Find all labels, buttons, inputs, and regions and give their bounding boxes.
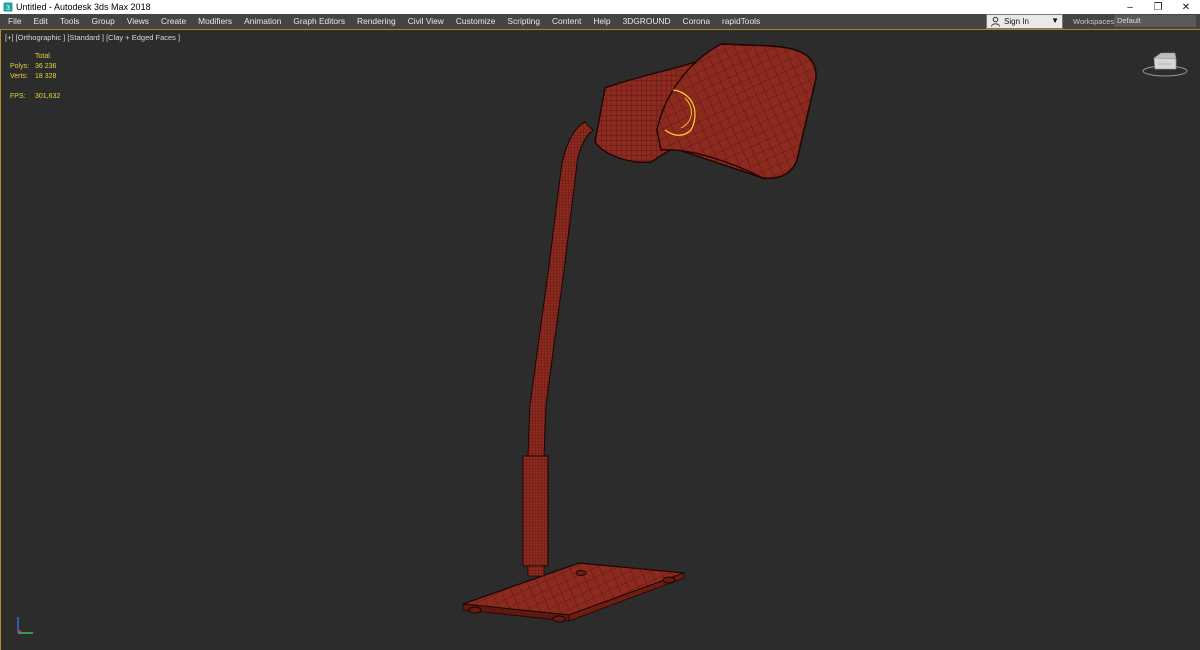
menu-scripting[interactable]: Scripting (501, 14, 546, 29)
menu-customize[interactable]: Customize (450, 14, 502, 29)
menu-modifiers[interactable]: Modifiers (192, 14, 238, 29)
menu-edit[interactable]: Edit (28, 14, 54, 29)
menu-3dground[interactable]: 3DGROUND (617, 14, 677, 29)
close-button[interactable]: ✕ (1172, 0, 1200, 14)
lamp-base (462, 562, 685, 623)
menu-file[interactable]: File (0, 14, 28, 29)
chevron-down-icon: ▼ (1051, 16, 1059, 25)
lamp-stem (527, 121, 594, 457)
close-icon: ✕ (1181, 1, 1191, 13)
menu-group[interactable]: Group (86, 14, 121, 29)
desk-lamp-model[interactable] (1, 30, 1200, 650)
title-bar: 3 Untitled - Autodesk 3ds Max 2018 – ❐ ✕ (0, 0, 1200, 14)
menu-tools[interactable]: Tools (54, 14, 86, 29)
sign-in-dropdown[interactable]: Sign In ▼ (986, 14, 1063, 29)
menu-rendering[interactable]: Rendering (351, 14, 402, 29)
user-icon (990, 16, 1001, 27)
lamp-sleeve (522, 455, 549, 577)
minimize-button[interactable]: – (1116, 0, 1144, 14)
restore-icon: ❐ (1153, 1, 1163, 13)
menu-create[interactable]: Create (155, 14, 192, 29)
lamp-shade (594, 43, 817, 179)
workspaces-select[interactable]: Default (1114, 15, 1196, 27)
workspaces-label: Workspaces: (1073, 17, 1117, 26)
menu-corona[interactable]: Corona (677, 14, 716, 29)
menu-rapidtools[interactable]: rapidTools (716, 14, 766, 29)
3dsmax-app-icon[interactable]: 3 (3, 2, 13, 12)
menu-help[interactable]: Help (587, 14, 616, 29)
menu-views[interactable]: Views (121, 14, 155, 29)
menu-graph-editors[interactable]: Graph Editors (287, 14, 351, 29)
menu-animation[interactable]: Animation (238, 14, 287, 29)
minimize-icon: – (1127, 1, 1133, 13)
window-title: Untitled - Autodesk 3ds Max 2018 (16, 2, 151, 12)
menu-content[interactable]: Content (546, 14, 587, 29)
restore-button[interactable]: ❐ (1144, 0, 1172, 14)
sign-in-label: Sign In (1004, 17, 1029, 26)
orthographic-viewport[interactable]: [+] [Orthographic ] [Standard ] [Clay + … (0, 30, 1200, 650)
menu-civil-view[interactable]: Civil View (402, 14, 450, 29)
svg-text:3: 3 (6, 5, 10, 12)
